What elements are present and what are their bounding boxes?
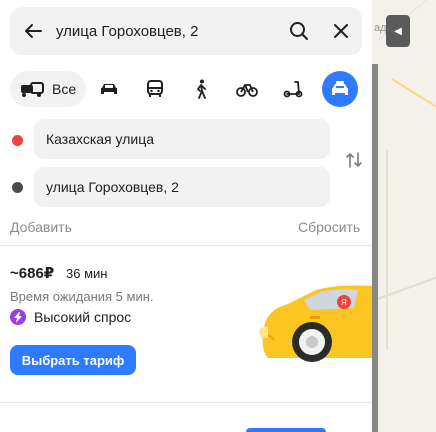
to-dot <box>12 182 23 193</box>
lightning-icon <box>10 309 26 325</box>
bus-icon <box>147 80 164 97</box>
demand-badge: Высокий спрос <box>10 309 131 325</box>
mode-car-button[interactable] <box>86 71 132 107</box>
map-road <box>391 78 436 123</box>
route-panel: улица Гороховцев, 2 Все Казахская улица … <box>0 0 372 432</box>
search-button[interactable] <box>278 7 320 55</box>
swap-icon <box>346 152 362 168</box>
wait-time: Время ожидания 5 мин. <box>10 289 154 304</box>
car-icon <box>101 84 118 94</box>
taxi-car-illustration: Я <box>259 285 372 362</box>
triangle-left-icon: ◀ <box>394 25 402 37</box>
choose-tariff-button[interactable]: Выбрать тариф <box>10 345 136 375</box>
from-label: Казахская улица <box>46 131 155 147</box>
taxi-duration: 36 мин <box>66 266 108 281</box>
divider <box>0 245 372 246</box>
map-view[interactable]: адьба ◀ <box>372 0 436 432</box>
swap-button[interactable] <box>344 150 364 170</box>
map-road <box>386 150 388 350</box>
add-point-button[interactable]: Добавить <box>10 219 72 235</box>
taxi-icon <box>332 81 349 95</box>
mode-scooter-button[interactable] <box>270 71 316 107</box>
transport-modes: Все <box>10 70 366 108</box>
mode-bike-button[interactable] <box>224 71 270 107</box>
from-field[interactable]: Казахская улица <box>34 119 330 159</box>
mode-bus-button[interactable] <box>132 71 178 107</box>
search-bar: улица Гороховцев, 2 <box>10 7 362 55</box>
arrow-left-icon <box>25 24 42 38</box>
to-field[interactable]: улица Гороховцев, 2 <box>34 167 330 207</box>
bike-icon <box>236 84 259 97</box>
scooter-icon <box>283 81 303 98</box>
taxi-price: ~686₽ <box>10 265 55 282</box>
mode-taxi-button[interactable] <box>322 71 359 107</box>
search-input[interactable]: улица Гороховцев, 2 <box>56 23 278 40</box>
mode-walk-button[interactable] <box>178 71 224 107</box>
search-icon <box>290 22 308 40</box>
mode-all-label: Все <box>52 81 77 97</box>
back-button[interactable] <box>10 7 56 55</box>
collapse-panel-button[interactable]: ◀ <box>386 15 410 47</box>
demand-label: Высокий спрос <box>34 309 132 325</box>
svg-text:Я: Я <box>341 298 347 307</box>
reset-button[interactable]: Сбросить <box>298 219 360 235</box>
all-modes-icon <box>21 82 44 97</box>
bottom-action-button[interactable] <box>246 428 326 432</box>
from-dot <box>12 135 23 146</box>
close-icon <box>334 24 348 38</box>
clear-button[interactable] <box>320 7 362 55</box>
mode-all-button[interactable]: Все <box>10 71 87 107</box>
walk-icon <box>196 79 207 99</box>
map-road <box>372 272 436 302</box>
to-label: улица Гороховцев, 2 <box>46 179 179 195</box>
panel-resizer[interactable] <box>372 64 378 432</box>
